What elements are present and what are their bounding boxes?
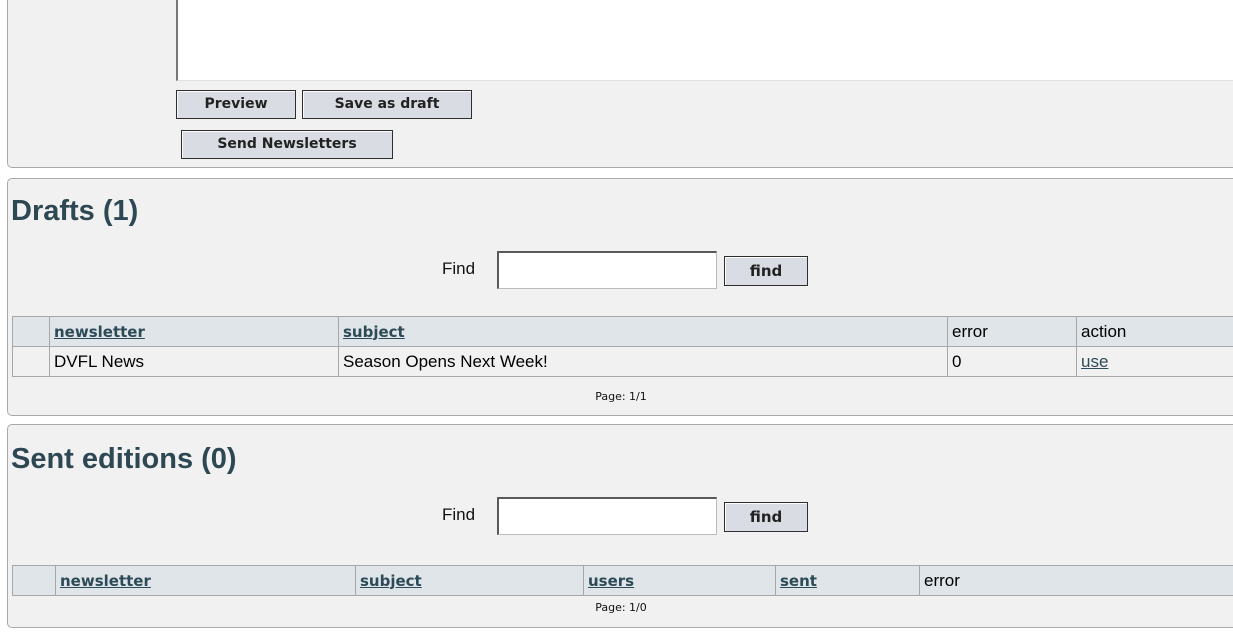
header-action: action bbox=[1076, 316, 1233, 347]
drafts-find-label: Find bbox=[442, 259, 476, 278]
table-row: DVFL News Season Opens Next Week! 0 use bbox=[12, 346, 1233, 377]
header-error: error bbox=[947, 316, 1077, 347]
header-select-cell bbox=[12, 565, 56, 596]
sent-search-input[interactable] bbox=[497, 497, 717, 535]
newsletter-body-editor[interactable] bbox=[176, 0, 1233, 81]
header-newsletter: newsletter bbox=[49, 316, 339, 347]
sort-users-link[interactable]: users bbox=[588, 572, 634, 590]
drafts-panel: Drafts (1) Find find newsletter subject … bbox=[7, 178, 1233, 416]
sort-newsletter-link[interactable]: newsletter bbox=[54, 323, 145, 341]
sent-pager: Page: 1/0 bbox=[595, 601, 647, 614]
sort-subject-link[interactable]: subject bbox=[360, 572, 422, 590]
cell-newsletter: DVFL News bbox=[49, 346, 339, 377]
editor-panel: Preview Save as draft Send Newsletters bbox=[7, 0, 1233, 168]
sort-subject-link[interactable]: subject bbox=[343, 323, 405, 341]
drafts-header-row: newsletter subject error action bbox=[12, 316, 1233, 347]
drafts-search-input[interactable] bbox=[497, 251, 717, 289]
drafts-pager: Page: 1/1 bbox=[595, 390, 647, 403]
cell-subject: Season Opens Next Week! bbox=[338, 346, 948, 377]
header-select-cell bbox=[12, 316, 50, 347]
use-link[interactable]: use bbox=[1081, 352, 1108, 371]
send-newsletters-button[interactable]: Send Newsletters bbox=[181, 130, 393, 159]
preview-button[interactable]: Preview bbox=[176, 90, 296, 119]
sent-editions-heading: Sent editions (0) bbox=[11, 443, 237, 475]
sort-sent-link[interactable]: sent bbox=[780, 572, 817, 590]
header-sent: sent bbox=[775, 565, 920, 596]
header-newsletter: newsletter bbox=[55, 565, 356, 596]
drafts-heading: Drafts (1) bbox=[11, 195, 139, 227]
sent-editions-table: newsletter subject users sent error acti… bbox=[12, 565, 1233, 596]
sent-editions-panel: Sent editions (0) Find find newsletter s… bbox=[7, 424, 1233, 628]
drafts-table: newsletter subject error action DVFL New… bbox=[12, 316, 1233, 377]
drafts-find-button[interactable]: find bbox=[724, 256, 808, 286]
sent-find-label: Find bbox=[442, 505, 476, 524]
header-error: error bbox=[919, 565, 1233, 596]
header-subject: subject bbox=[355, 565, 584, 596]
header-subject: subject bbox=[338, 316, 948, 347]
sort-newsletter-link[interactable]: newsletter bbox=[60, 572, 151, 590]
save-as-draft-button[interactable]: Save as draft bbox=[302, 90, 472, 119]
row-select-cell bbox=[12, 346, 50, 377]
header-users: users bbox=[583, 565, 776, 596]
sent-header-row: newsletter subject users sent error acti… bbox=[12, 565, 1233, 596]
cell-error: 0 bbox=[947, 346, 1077, 377]
sent-find-button[interactable]: find bbox=[724, 502, 808, 532]
cell-action: use bbox=[1076, 346, 1233, 377]
